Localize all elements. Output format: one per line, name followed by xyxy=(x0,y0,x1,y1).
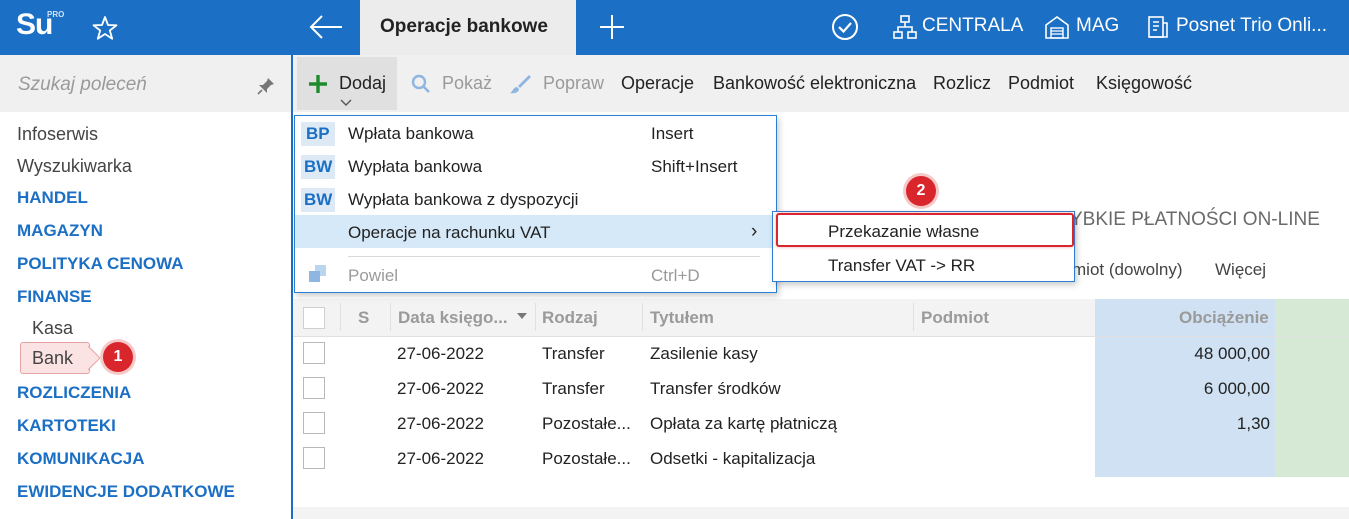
col-divider xyxy=(535,303,536,331)
row-checkbox[interactable] xyxy=(303,342,325,364)
col-divider xyxy=(340,303,341,331)
col-divider xyxy=(913,303,914,331)
row-date: 27-06-2022 xyxy=(397,379,484,398)
row-title: Odsetki - kapitalizacja xyxy=(650,449,816,468)
pokaz-button[interactable]: Pokaż xyxy=(442,73,492,94)
logo-badge: PRO xyxy=(47,10,65,19)
sidebar-section-rozliczenia[interactable]: ROZLICZENIA xyxy=(17,383,131,403)
menu-shortcut: Ctrl+D xyxy=(651,266,700,285)
filter-more-link[interactable]: Więcej xyxy=(1215,260,1266,280)
col-header-date[interactable]: Data księgo... xyxy=(398,308,508,328)
col-header-tytulem[interactable]: Tytułem xyxy=(650,308,714,328)
printer-label[interactable]: Posnet Trio Onli... xyxy=(1176,15,1327,37)
plus-icon xyxy=(309,75,327,93)
bankowosc-button[interactable]: Bankowość elektroniczna xyxy=(713,73,916,94)
submenu-arrow-icon: › xyxy=(751,221,758,242)
sort-down-icon[interactable] xyxy=(516,312,528,320)
menu-item-operacje-vat[interactable]: Operacje na rachunku VAT xyxy=(348,223,551,243)
row-date: 27-06-2022 xyxy=(397,344,484,363)
dodaj-label: Dodaj xyxy=(339,73,387,93)
fiscal-printer-icon xyxy=(1148,16,1168,38)
sidebar-section-komunikacja[interactable]: KOMUNIKACJA xyxy=(17,449,145,469)
doc-code-bp: BP xyxy=(306,124,330,143)
row-type: Transfer xyxy=(542,379,605,398)
sidebar-item-bank[interactable]: Bank xyxy=(32,348,73,369)
doc-code-bw: BW xyxy=(304,157,333,176)
pin-icon[interactable] xyxy=(256,76,276,96)
back-arrow-icon[interactable] xyxy=(308,13,344,41)
row-title: Opłata za kartę płatniczą xyxy=(650,414,838,433)
centrala-label[interactable]: CENTRALA xyxy=(922,15,1023,37)
ksiegowosc-button[interactable]: Księgowość xyxy=(1096,73,1192,94)
row-checkbox[interactable] xyxy=(303,377,325,399)
menu-item-wyplata-z-dyspozycji[interactable]: Wypłata bankowa z dyspozycji xyxy=(348,190,578,210)
select-all-checkbox[interactable] xyxy=(303,307,325,329)
menu-shortcut: Shift+Insert xyxy=(651,157,738,176)
row-type: Pozostałe... xyxy=(542,449,631,468)
search-icon xyxy=(411,74,430,93)
menu-item-wyplata-bankowa[interactable]: Wypłata bankowa xyxy=(348,157,482,177)
search-placeholder[interactable]: Szukaj poleceń xyxy=(18,74,147,96)
row-checkbox[interactable] xyxy=(303,447,325,469)
step-badge-2: 2 xyxy=(906,176,936,206)
callout-pointer-icon xyxy=(88,346,101,370)
sidebar-section-handel[interactable]: HANDEL xyxy=(17,188,88,208)
menu-separator xyxy=(348,256,760,257)
row-title: Transfer środków xyxy=(650,379,781,398)
submenu-item-przekazanie-wlasne[interactable]: Przekazanie własne xyxy=(828,222,979,242)
col-header-podmiot[interactable]: Podmiot xyxy=(921,308,989,328)
row-amount: 48 000,00 xyxy=(1194,344,1270,363)
rozlicz-button[interactable]: Rozlicz xyxy=(933,73,991,94)
sidebar-section-ewidencje-dodatkowe[interactable]: EWIDENCJE DODATKOWE xyxy=(17,482,235,502)
sidebar-section-polityka-cenowa[interactable]: POLITYKA CENOWA xyxy=(17,254,184,274)
app-logo[interactable]: Su PRO xyxy=(0,0,72,55)
col-divider xyxy=(390,303,391,331)
submenu-item-transfer-vat-rr[interactable]: Transfer VAT -> RR xyxy=(828,256,975,276)
chevron-down-icon xyxy=(340,99,352,106)
star-icon[interactable] xyxy=(92,15,118,41)
duplicate-icon xyxy=(309,265,326,282)
sidebar-section-magazyn[interactable]: MAGAZYN xyxy=(17,221,103,241)
popraw-button[interactable]: Popraw xyxy=(543,73,604,94)
warehouse-icon xyxy=(1045,16,1069,39)
sidebar-divider xyxy=(291,55,293,519)
grid-footer xyxy=(293,507,1349,519)
sidebar-item-infoserwis[interactable]: Infoserwis xyxy=(17,124,98,145)
menu-item-powiel[interactable]: Powiel xyxy=(348,266,398,286)
brush-icon xyxy=(510,75,531,94)
row-amount: 6 000,00 xyxy=(1203,379,1270,398)
tab-label: Operacje bankowe xyxy=(380,16,548,37)
filter-podmiot[interactable]: miot (dowolny) xyxy=(1072,260,1183,280)
row-title: Zasilenie kasy xyxy=(650,344,758,363)
step-badge-1: 1 xyxy=(103,342,133,372)
row-type: Pozostałe... xyxy=(542,414,631,433)
row-checkbox[interactable] xyxy=(303,412,325,434)
operacje-button[interactable]: Operacje xyxy=(621,73,694,94)
col-header-s[interactable]: S xyxy=(358,308,369,328)
mag-label[interactable]: MAG xyxy=(1076,15,1119,37)
row-type: Transfer xyxy=(542,344,605,363)
menu-shortcut: Insert xyxy=(651,124,694,143)
col-header-obciazenie[interactable]: Obciążenie xyxy=(1179,308,1269,328)
row-date: 27-06-2022 xyxy=(397,449,484,468)
sidebar-section-finanse[interactable]: FINANSE xyxy=(17,287,92,307)
sidebar-item-kasa[interactable]: Kasa xyxy=(32,318,73,339)
row-amount: 1,30 xyxy=(1236,414,1270,433)
org-structure-icon xyxy=(893,15,917,39)
check-circle-icon[interactable] xyxy=(830,12,860,42)
fast-payments-tab[interactable]: YBKIE PŁATNOŚCI ON-LINE xyxy=(1070,209,1320,231)
menu-item-wplata-bankowa[interactable]: Wpłata bankowa xyxy=(348,124,474,144)
plus-tab-icon[interactable] xyxy=(598,13,626,41)
sidebar-section-kartoteki[interactable]: KARTOTEKI xyxy=(17,416,116,436)
doc-code-bw: BW xyxy=(304,190,333,209)
col-header-rodzaj[interactable]: Rodzaj xyxy=(542,308,598,328)
sidebar-item-wyszukiwarka[interactable]: Wyszukiwarka xyxy=(17,156,132,177)
col-divider xyxy=(642,303,643,331)
podmiot-button[interactable]: Podmiot xyxy=(1008,73,1074,94)
row-date: 27-06-2022 xyxy=(397,414,484,433)
